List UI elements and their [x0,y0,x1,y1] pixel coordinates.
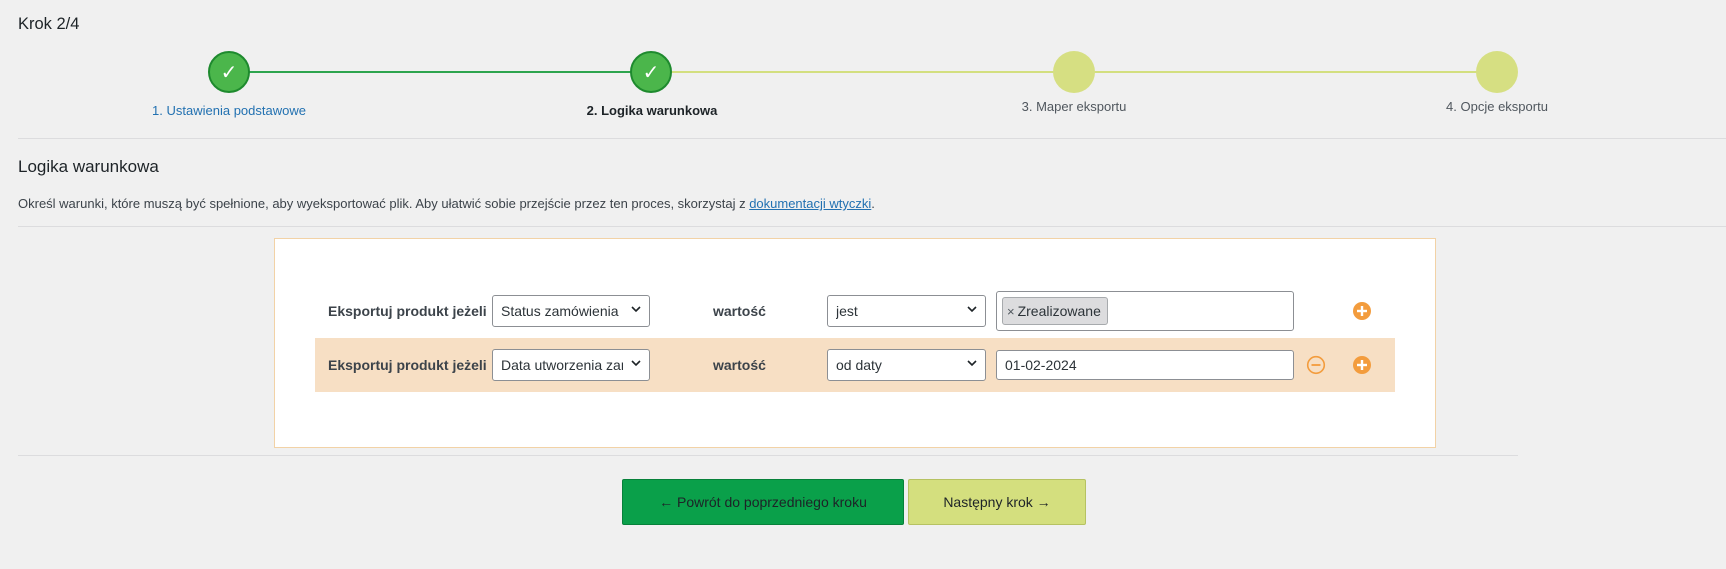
divider [18,226,1726,227]
value-label: wartość [713,303,766,319]
divider [18,138,1726,139]
step-3-label: 3. Maper eksportu [1021,99,1127,114]
section-description: Określ warunki, które muszą być spełnion… [18,196,875,211]
divider [18,455,1518,456]
next-step-button[interactable]: Następny krok → [908,479,1086,525]
field-select-value: Status zamówienia [501,303,619,319]
add-condition-button[interactable] [1352,355,1372,375]
back-button[interactable]: ← Powrót do poprzedniego kroku [622,479,904,525]
stepper-line-completed [229,71,631,73]
operator-select[interactable]: jest [827,295,986,327]
field-select[interactable]: Data utworzenia zamówienia [492,349,650,381]
add-condition-button[interactable] [1352,301,1372,321]
value-tag: × Zrealizowane [1002,297,1108,325]
conditions-panel: Eksportuj produkt jeżeli Status zamówien… [274,238,1436,448]
description-end: . [871,196,875,211]
step-4-label: 4. Opcje eksportu [1446,99,1548,114]
operator-select-value: od daty [836,357,882,373]
step-4-circle [1476,51,1518,93]
date-value: 01-02-2024 [1005,357,1077,373]
checkmark-icon: ✓ [642,61,660,84]
chevron-down-icon [631,360,641,367]
chevron-down-icon [967,306,977,313]
value-tag-label: Zrealizowane [1017,303,1101,319]
step-1-circle[interactable]: ✓ [208,51,250,93]
checkmark-icon: ✓ [220,61,238,84]
remove-condition-button[interactable] [1306,355,1326,375]
chevron-down-icon [631,306,641,313]
condition-label: Eksportuj produkt jeżeli [328,357,487,373]
step-1-label[interactable]: 1. Ustawienia podstawowe [152,103,306,118]
value-label: wartość [713,357,766,373]
condition-row: Eksportuj produkt jeżeli Status zamówien… [315,284,1395,338]
step-2-label: 2. Logika warunkowa [586,103,718,118]
operator-select-value: jest [836,303,858,319]
documentation-link[interactable]: dokumentacji wtyczki [749,196,871,211]
operator-select[interactable]: od daty [827,349,986,381]
step-3-circle [1053,51,1095,93]
progress-stepper: ✓ ✓ 1. Ustawienia podstawowe 2. Logika w… [0,40,1726,130]
section-title: Logika warunkowa [18,157,159,176]
condition-label: Eksportuj produkt jeżeli [328,303,487,319]
value-tags-input[interactable]: × Zrealizowane [996,291,1294,331]
description-text: Określ warunki, które muszą być spełnion… [18,196,750,211]
field-select[interactable]: Status zamówienia [492,295,650,327]
condition-row: Eksportuj produkt jeżeli Data utworzenia… [315,338,1395,392]
step-heading: Krok 2/4 [18,15,80,33]
remove-tag-icon[interactable]: × [1007,304,1015,319]
date-value-input[interactable]: 01-02-2024 [996,350,1294,380]
field-select-value: Data utworzenia zamówienia [501,357,623,373]
chevron-down-icon [967,360,977,367]
step-2-circle: ✓ [630,51,672,93]
